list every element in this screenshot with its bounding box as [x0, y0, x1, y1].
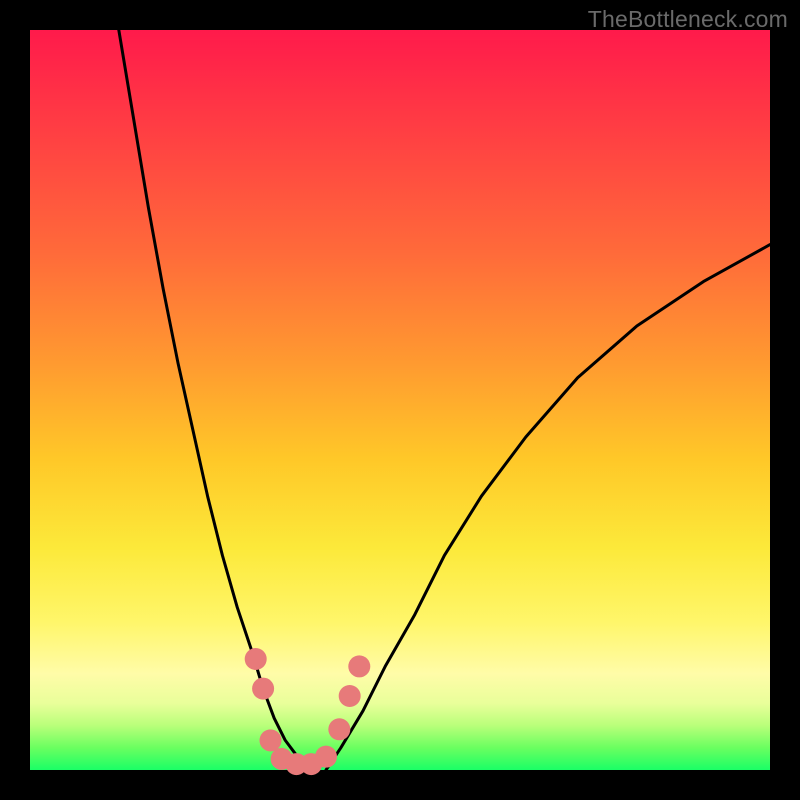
- valley-marker-2: [260, 729, 282, 751]
- valley-marker-0: [245, 648, 267, 670]
- valley-marker-7: [328, 718, 350, 740]
- curve-layer: [30, 30, 770, 770]
- plot-area: [30, 30, 770, 770]
- valley-marker-8: [339, 685, 361, 707]
- curve-group: [119, 30, 770, 770]
- valley-marker-1: [252, 678, 274, 700]
- curve-right-branch: [326, 245, 770, 770]
- valley-marker-9: [348, 655, 370, 677]
- curve-left-branch: [119, 30, 308, 770]
- marker-group: [245, 648, 371, 775]
- chart-frame: TheBottleneck.com: [0, 0, 800, 800]
- watermark-text: TheBottleneck.com: [588, 6, 788, 33]
- valley-marker-6: [315, 746, 337, 768]
